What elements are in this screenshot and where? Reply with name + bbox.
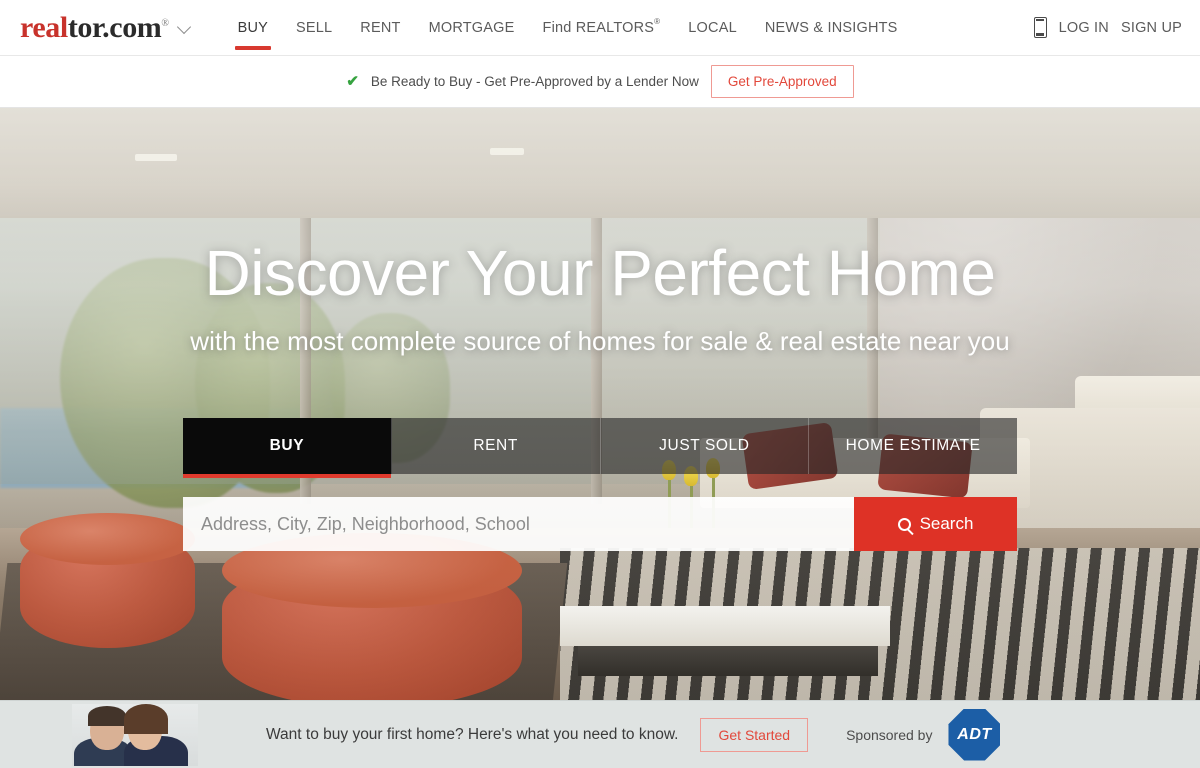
login-link[interactable]: LOG IN — [1059, 20, 1109, 36]
search-button[interactable]: Search — [854, 497, 1017, 551]
nav-label: BUY — [237, 19, 269, 36]
tab-label: BUY — [269, 437, 305, 454]
search-icon — [897, 517, 911, 531]
couple-photo — [72, 703, 198, 766]
realtor-homepage: realtor.com® BUY SELL RENT MORTGAGE Find… — [0, 0, 1200, 768]
logo-text-dark: tor.com — [67, 10, 162, 44]
nav-item-find-realtors[interactable]: Find REALTORS ® — [529, 0, 675, 56]
hero-subtitle: with the most complete source of homes f… — [190, 326, 1010, 356]
tab-buy[interactable]: BUY — [183, 418, 392, 478]
adt-logo-icon[interactable]: ADT — [948, 708, 1001, 761]
nav-label: Find REALTORS — [542, 19, 655, 36]
tab-rent[interactable]: RENT — [391, 418, 601, 474]
check-icon: ✔ — [346, 73, 359, 90]
banner-text: Want to buy your first home? Here's what… — [266, 725, 679, 743]
get-pre-approved-button[interactable]: Get Pre-Approved — [710, 65, 854, 98]
signup-link[interactable]: SIGN UP — [1121, 20, 1182, 36]
tab-label: RENT — [473, 437, 518, 454]
logo-text-red: real — [20, 10, 68, 44]
nav-label: RENT — [360, 19, 401, 36]
search-row: Search — [183, 497, 1017, 551]
tab-home-estimate[interactable]: HOME ESTIMATE — [809, 418, 1017, 474]
promo-text: Be Ready to Buy - Get Pre-Approved by a … — [370, 74, 699, 89]
search-input-container — [183, 497, 854, 551]
get-started-button[interactable]: Get Started — [700, 717, 809, 752]
main-nav: BUY SELL RENT MORTGAGE Find REALTORS ® LO… — [224, 0, 912, 56]
header-right-group: LOG IN SIGN UP — [1033, 17, 1182, 38]
nav-item-news-insights[interactable]: NEWS & INSIGHTS — [751, 0, 912, 56]
tab-just-sold[interactable]: JUST SOLD — [600, 418, 810, 474]
hero-title: Discover Your Perfect Home — [204, 237, 996, 309]
nav-item-buy[interactable]: BUY — [224, 0, 282, 56]
nav-label: MORTGAGE — [428, 19, 515, 36]
search-tabs: BUY RENT JUST SOLD HOME ESTIMATE — [183, 418, 1017, 478]
logo-trademark: ® — [161, 17, 169, 29]
search-widget: BUY RENT JUST SOLD HOME ESTIMATE Search — [183, 418, 1017, 551]
sponsored-label: Sponsored by — [846, 726, 933, 743]
logo-text: realtor.com® — [20, 10, 169, 44]
nav-label: SELL — [296, 19, 333, 36]
sponsored-banner: Want to buy your first home? Here's what… — [0, 700, 1200, 768]
search-input[interactable] — [183, 497, 854, 551]
tab-label: HOME ESTIMATE — [845, 437, 981, 454]
nav-item-mortgage[interactable]: MORTGAGE — [415, 0, 529, 56]
nav-item-rent[interactable]: RENT — [346, 0, 414, 56]
search-button-label: Search — [919, 514, 974, 533]
adt-logo-text: ADT — [957, 725, 992, 743]
nav-label: NEWS & INSIGHTS — [764, 19, 898, 36]
site-header: realtor.com® BUY SELL RENT MORTGAGE Find… — [0, 0, 1200, 56]
nav-item-local[interactable]: LOCAL — [674, 0, 751, 56]
chevron-down-icon[interactable] — [178, 20, 192, 34]
hero-copy: Discover Your Perfect Home with the most… — [0, 108, 1200, 357]
site-logo[interactable]: realtor.com® — [20, 10, 192, 44]
nav-label: LOCAL — [688, 19, 737, 36]
hero-section: Discover Your Perfect Home with the most… — [0, 108, 1200, 700]
registered-trademark-icon: ® — [654, 17, 661, 26]
tab-label: JUST SOLD — [659, 437, 750, 454]
pre-approval-promo-bar: ✔ Be Ready to Buy - Get Pre-Approved by … — [0, 56, 1200, 108]
nav-item-sell[interactable]: SELL — [282, 0, 346, 56]
mobile-phone-icon[interactable] — [1033, 17, 1047, 38]
